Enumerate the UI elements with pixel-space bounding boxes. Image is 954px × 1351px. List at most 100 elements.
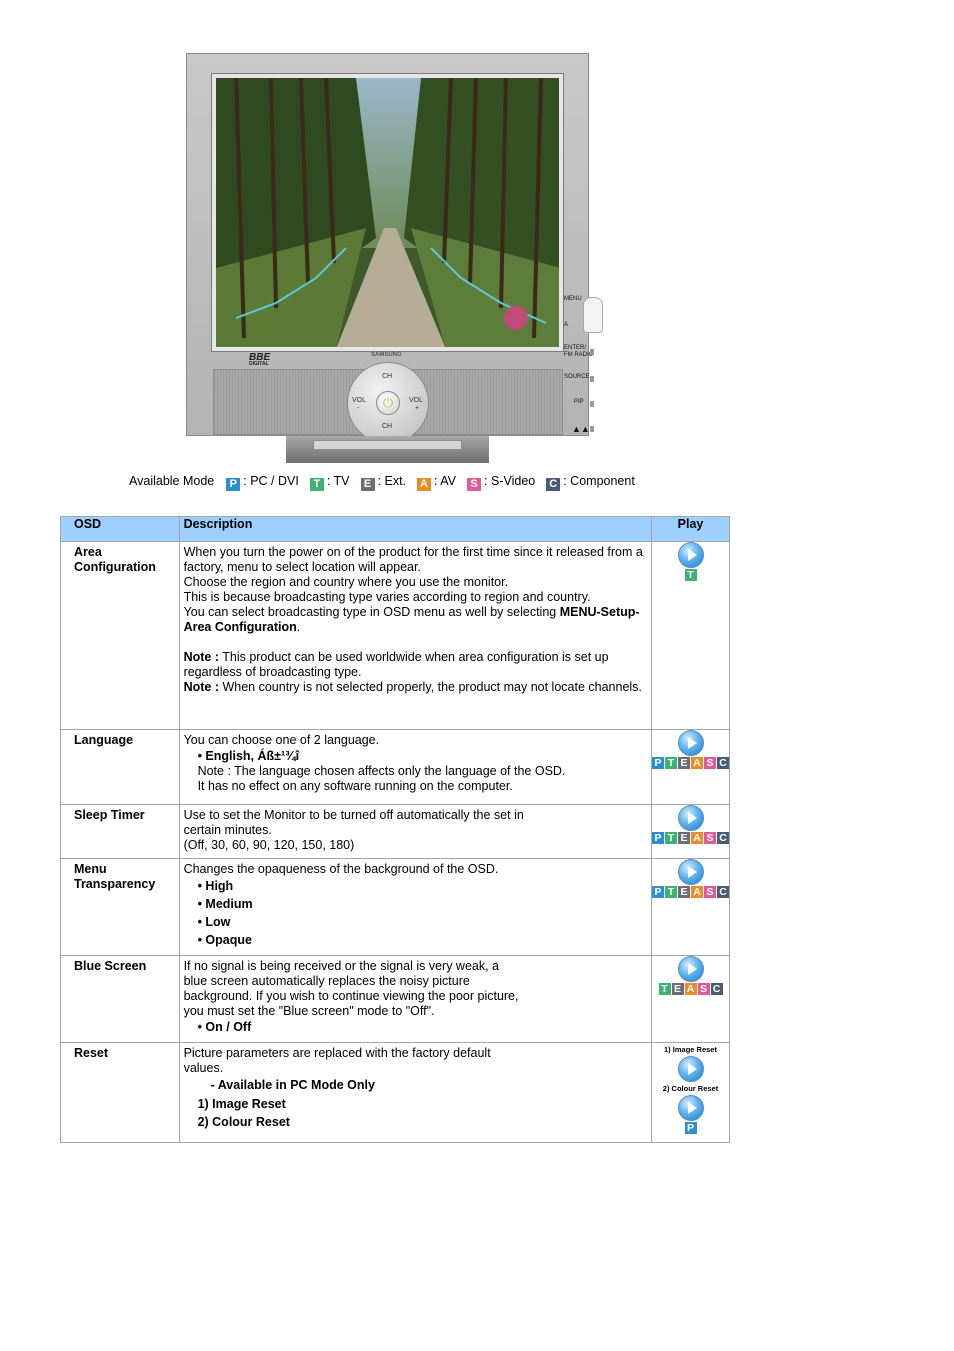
mode-chip-t-icon: T (665, 832, 677, 844)
available-mode-label: Available Mode (129, 474, 215, 488)
pc-mode-only-note: - Available in PC Mode Only (210, 1078, 375, 1092)
monitor-illustration: BBE DIGITAL SAMSUNG CH CH VOL VOL - + ⏻ … (186, 53, 603, 463)
row-name-menu-transparency: Menu Transparency (60, 858, 180, 956)
control-dial: CH CH VOL VOL - + ⏻ (347, 362, 429, 444)
button-tick (590, 376, 594, 382)
vol-down-label: VOL (352, 397, 367, 404)
svideo-mode-icon: S (467, 478, 482, 491)
mode-chips: PTEASC (652, 886, 729, 898)
play-button-icon[interactable] (677, 956, 704, 982)
mode-chip-s-icon: S (704, 757, 716, 769)
vol-up-label: VOL (409, 397, 424, 404)
description-line: background. If you wish to continue view… (183, 989, 519, 1003)
mode-chip-p-icon: P (652, 832, 664, 844)
mode-chip-s-icon: S (704, 886, 716, 898)
description-line: values. (183, 1061, 224, 1075)
mode-chip-e-icon: E (678, 886, 690, 898)
colour-reset-option: 2) Colour Reset (197, 1115, 290, 1129)
row-description-area-configuration: When you turn the power on of the produc… (178, 541, 653, 730)
row-description-language: You can choose one of 2 language. • Engl… (178, 729, 653, 805)
forest-path-picture (216, 78, 559, 347)
table-row: Area Configuration When you turn the pow… (60, 541, 730, 730)
description-text: You can select broadcasting type in OSD … (183, 605, 560, 619)
component-mode-icon: C (546, 478, 561, 491)
description-line: blue screen automatically replaces the n… (183, 974, 470, 988)
table-row: Language You can choose one of 2 languag… (60, 729, 730, 805)
row-play-area-configuration: T (651, 541, 730, 730)
note-line: Note : When country is not selected prop… (184, 680, 647, 695)
button-tick (590, 349, 594, 355)
pip-button-label: PIP (574, 399, 584, 405)
row-play-reset: 1) Image Reset 2) Colour Reset P (651, 1042, 730, 1143)
ext-mode-text: : Ext. (377, 474, 407, 488)
description-line: Choose the region and country where you … (183, 575, 509, 589)
row-play-blue-screen: TEASC (651, 955, 730, 1043)
description-line: When you turn the power on of the produc… (183, 545, 643, 574)
description-line: This is because broadcasting type varies… (183, 590, 591, 604)
mode-chip-p-icon: P (684, 1122, 697, 1134)
tv-mode-text: : TV (326, 474, 350, 488)
enter-button-label: ENTER/ (564, 345, 587, 351)
table-row: Menu Transparency Changes the opaqueness… (60, 858, 730, 956)
tv-mode-icon: T (309, 478, 324, 491)
minus-label: - (357, 405, 360, 412)
mode-chip-e-icon: E (678, 832, 690, 844)
image-reset-label: 1) Image Reset (664, 1045, 717, 1054)
monitor-stand (286, 436, 489, 463)
pointing-hand-icon (583, 297, 603, 333)
row-name-blue-screen: Blue Screen (60, 955, 180, 1043)
mode-chips: TEASC (658, 983, 723, 995)
play-button-icon[interactable] (677, 859, 704, 885)
mode-chips: PTEASC (652, 832, 729, 844)
monitor-bezel: BBE DIGITAL SAMSUNG CH CH VOL VOL - + ⏻ (186, 53, 589, 444)
table-header-row: OSD Description Play (60, 516, 730, 542)
mode-chip-e-icon: E (671, 983, 684, 995)
mode-chip-a-icon: A (691, 757, 703, 769)
pc-dvi-mode-icon: P (226, 478, 241, 491)
a-button-label: A (564, 322, 569, 328)
av-mode-icon: A (417, 478, 432, 491)
colour-reset-label: 2) Colour Reset (662, 1084, 719, 1093)
play-button-icon[interactable] (677, 542, 704, 568)
power-small-icon: ▲▲ (572, 424, 590, 434)
description-line: (Off, 30, 60, 90, 120, 150, 180) (183, 838, 355, 852)
row-description-reset: Picture parameters are replaced with the… (178, 1042, 653, 1143)
description-line: You can select broadcasting type in OSD … (184, 605, 647, 635)
component-mode-text: : Component (563, 474, 635, 488)
play-button-icon[interactable] (677, 730, 704, 756)
table-row: Reset Picture parameters are replaced wi… (60, 1042, 730, 1143)
row-name-sleep-timer: Sleep Timer (60, 804, 180, 859)
mode-chip-c-icon: C (717, 886, 729, 898)
description-text: . (296, 620, 301, 634)
available-mode-legend: Available Mode P: PC / DVI T: TV E: Ext. A : … (129, 474, 635, 491)
svideo-mode-text: : S-Video (484, 474, 536, 488)
ext-mode-icon: E (360, 478, 375, 491)
option-on-off: • On / Off (197, 1020, 252, 1034)
description-line: you must set the "Blue screen" mode to "… (183, 1004, 435, 1018)
note-line: It has no effect on any software running… (197, 779, 513, 793)
source-button-label: SOURCE (564, 374, 590, 380)
row-description-blue-screen: If no signal is being received or the si… (178, 955, 653, 1043)
osd-table: OSD Description Play Area Configuration … (60, 516, 730, 1143)
note-label: Note : (183, 650, 219, 664)
image-reset-play-icon[interactable] (677, 1056, 704, 1082)
pc-dvi-mode-text: : PC / DVI (243, 474, 299, 488)
mode-chip-p-icon: P (652, 757, 664, 769)
row-play-menu-transparency: PTEASC (651, 858, 730, 956)
mode-chip-t-icon: T (665, 886, 677, 898)
row-name-area-configuration: Area Configuration (60, 541, 180, 730)
mode-chips: PTEASC (652, 757, 729, 769)
mode-chip-s-icon: S (697, 983, 710, 995)
mode-chip-a-icon: A (691, 886, 703, 898)
play-button-icon[interactable] (677, 805, 704, 831)
colour-reset-play-icon[interactable] (677, 1095, 704, 1121)
table-row: Sleep Timer Use to set the Monitor to be… (60, 804, 730, 859)
ch-down-label: CH (382, 423, 393, 430)
mode-chip-a-icon: A (684, 983, 697, 995)
mode-chip-t-icon: T (665, 757, 677, 769)
monitor-screen-frame (211, 73, 564, 352)
description-line: Use to set the Monitor to be turned off … (183, 808, 524, 822)
ch-up-label: CH (382, 373, 393, 380)
mode-chip-c-icon: C (717, 757, 729, 769)
language-option: • English, Áß±¹¾î (197, 749, 300, 763)
